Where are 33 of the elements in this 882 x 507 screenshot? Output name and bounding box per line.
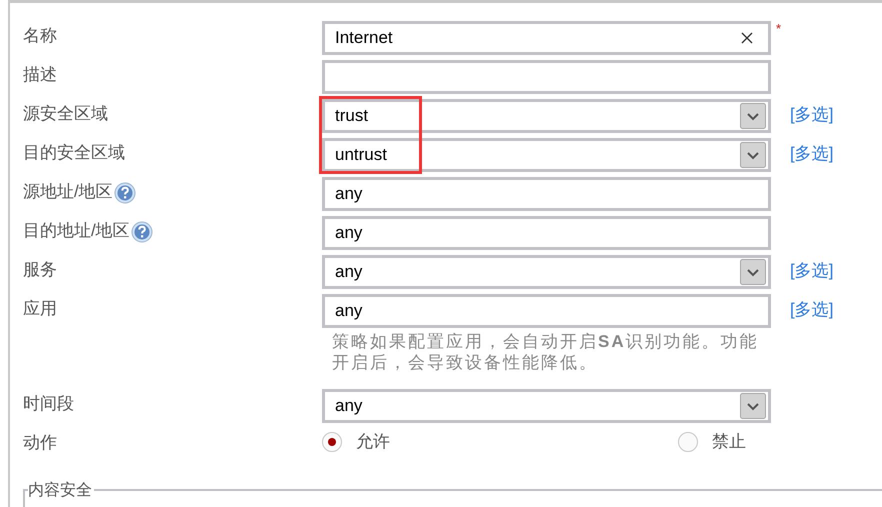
radio-label: 允许 (356, 431, 390, 453)
clear-icon[interactable] (741, 32, 753, 44)
input-field[interactable]: Internet (322, 21, 771, 55)
field-label: 目的安全区域 (23, 142, 125, 164)
radio-label: 禁止 (712, 431, 746, 453)
input-field[interactable]: any (322, 294, 771, 328)
multi-select-link[interactable]: [多选] (790, 298, 834, 321)
field-label: 源安全区域 (23, 103, 108, 125)
dropdown[interactable]: untrust (322, 138, 771, 172)
dropdown[interactable]: trust (322, 99, 771, 133)
multi-select-link[interactable]: [多选] (790, 259, 834, 282)
dropdown[interactable]: any (322, 255, 771, 289)
multi-select-link[interactable]: [多选] (790, 142, 834, 165)
radio-button[interactable] (678, 432, 698, 452)
field-label: 目的地址/地区 (23, 220, 130, 242)
field-label: 动作 (23, 432, 57, 454)
input-field[interactable]: any (322, 177, 771, 211)
field-label: 源地址/地区 (23, 181, 113, 203)
radio-button[interactable] (322, 432, 342, 452)
dropdown[interactable]: any (322, 389, 771, 423)
help-icon[interactable] (114, 182, 136, 204)
field-label: 应用 (23, 298, 57, 320)
field-label: 描述 (23, 64, 57, 86)
input-field[interactable]: any (322, 216, 771, 250)
input-field[interactable] (322, 60, 771, 94)
hint-text: 策略如果配置应用，会自动开启SA识别功能。功能开启后，会导致设备性能降低。 (331, 331, 760, 374)
required-mark: * (776, 21, 782, 36)
field-label: 服务 (23, 259, 57, 281)
section-legend: 内容安全 (28, 482, 94, 500)
help-icon[interactable] (130, 221, 153, 243)
multi-select-link[interactable]: [多选] (790, 103, 834, 126)
field-label: 时间段 (23, 393, 74, 415)
field-label: 名称 (23, 25, 57, 47)
